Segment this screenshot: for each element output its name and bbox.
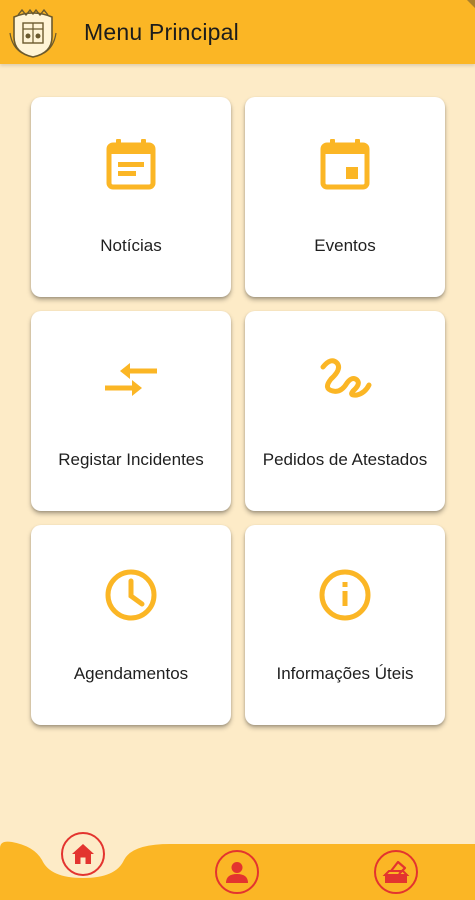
info-icon <box>319 569 371 621</box>
bottom-navigation-bar <box>0 820 475 900</box>
clock-icon <box>105 569 157 621</box>
nav-vote-button[interactable] <box>374 850 418 894</box>
ballot-box-icon <box>382 860 410 883</box>
menu-card-label: Informações Úteis <box>276 664 414 683</box>
menu-card-label: Notícias <box>100 236 162 255</box>
gesture-icon <box>320 358 372 398</box>
menu-card-label: Agendamentos <box>73 664 189 683</box>
person-icon <box>226 862 248 883</box>
menu-card-noticias[interactable]: Notícias <box>31 97 231 297</box>
menu-card-pedidos-de-atestados[interactable]: Pedidos de Atestados <box>245 311 445 511</box>
menu-card-label: Registar Incidentes <box>58 450 204 469</box>
app-header: Menu Principal <box>0 0 475 64</box>
newspaper-icon <box>106 139 156 190</box>
menu-card-eventos[interactable]: Eventos <box>245 97 445 297</box>
menu-card-label: Eventos <box>314 236 376 255</box>
nav-profile-button[interactable] <box>215 850 259 894</box>
compare-arrows-icon <box>105 363 157 396</box>
menu-card-registar-incidentes[interactable]: Registar Incidentes <box>31 311 231 511</box>
header-corner-decoration <box>467 0 475 8</box>
nav-home-button[interactable] <box>61 832 105 876</box>
event-calendar-icon <box>320 139 370 190</box>
menu-card-label: Pedidos de Atestados <box>262 450 428 469</box>
coat-of-arms-icon <box>9 8 57 58</box>
page-title: Menu Principal <box>84 19 239 45</box>
menu-card-agendamentos[interactable]: Agendamentos <box>31 525 231 725</box>
menu-card-informacoes-uteis[interactable]: Informações Úteis <box>245 525 445 725</box>
home-icon <box>72 844 94 864</box>
